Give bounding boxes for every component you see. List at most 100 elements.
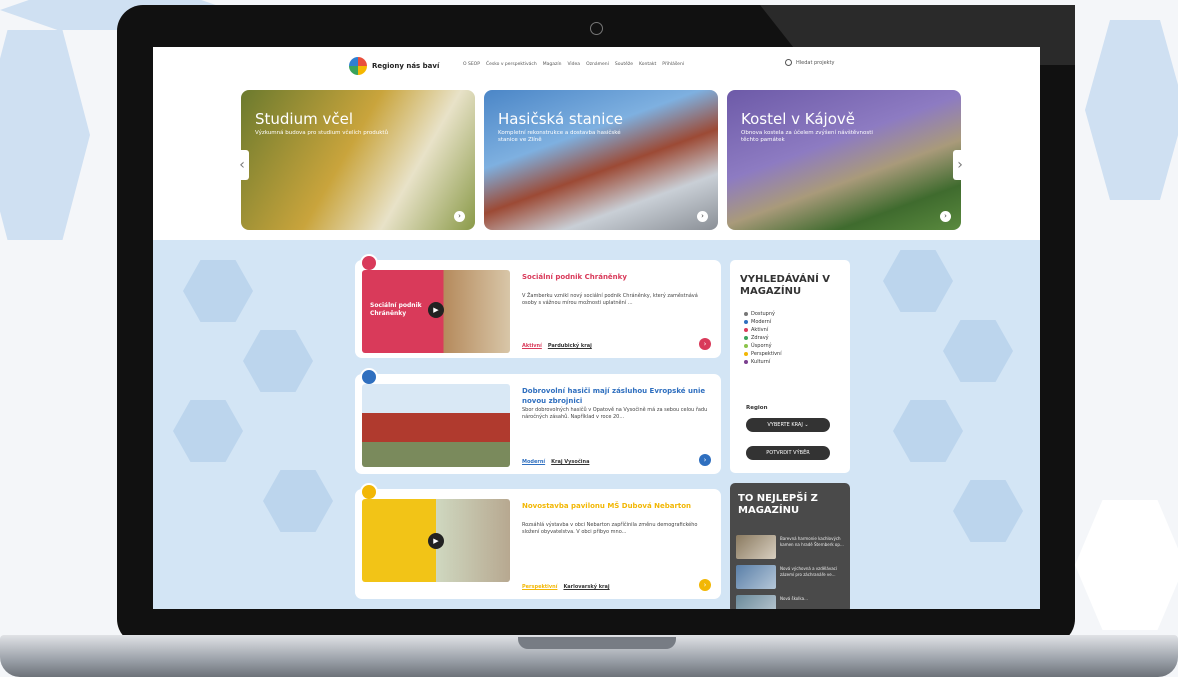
category-filter-list: Dostupný Moderní Aktivní Zdravý Úsporný … [744,310,782,366]
region-label: Region [746,405,768,411]
panel-title: TO NEJLEPŠÍ Z MAGAZÍNU [738,493,818,516]
chevron-down-icon: ⌄ [804,422,809,428]
menu-item-o-seop[interactable]: O SEOP [463,62,480,67]
article-text: V Žamberku vznikl nový sociální podnik C… [522,293,698,306]
filter-label: Zdravý [751,335,769,341]
hero-slider: Studium včel Výzkumná budova pro studium… [241,90,961,232]
menu-item-videa[interactable]: Videa [567,62,580,67]
best-item-title: Barevná harmonie kachlových kamen na hra… [780,536,844,547]
panel-title: VYHLEDÁVÁNÍ V MAGAZÍNU [740,274,831,297]
filter-moderni[interactable]: Moderní [744,318,782,326]
background-hexagon [1085,20,1178,200]
best-item[interactable]: Barevná harmonie kachlových kamen na hra… [736,535,844,559]
best-item[interactable]: Nová výchovná a vzdělávací zázemí pro zá… [736,565,844,589]
decor-hexagon [263,470,333,532]
dot-icon [744,352,748,356]
dropdown-label: VYBERTE KRAJ [767,422,803,428]
menu-item-souteze[interactable]: Soutěže [615,62,633,67]
filter-aktivni[interactable]: Aktivní [744,326,782,334]
arrow-right-icon[interactable]: › [940,211,951,222]
laptop-notch [518,637,676,649]
article-tags: Moderní Kraj Vysočina [522,459,589,465]
confirm-button[interactable]: POTVRDIT VÝBĚR [746,446,830,460]
logo-icon [349,57,367,75]
filter-kulturni[interactable]: Kulturní [744,358,782,366]
tag-region[interactable]: Karlovarský kraj [563,584,609,590]
article-text: Sbor dobrovolných hasičů v Opatově na Vy… [522,407,708,420]
best-item-thumbnail [736,565,776,589]
article-title[interactable]: Novostavba pavilonu MŠ Dubová Nebarton [522,501,712,511]
filter-label: Aktivní [751,327,769,333]
tag-category[interactable]: Perspektivní [522,584,557,590]
slide-title: Studium včel [255,110,354,128]
slide-hasicska-stanice[interactable]: Hasičská stanice Kompletní rekonstrukce … [484,90,718,230]
filter-dostupny[interactable]: Dostupný [744,310,782,318]
menu-item-kontakt[interactable]: Kontakt [639,62,656,67]
filter-perspektivni[interactable]: Perspektivní [744,350,782,358]
article-tags: Aktivní Pardubický kraj [522,343,592,349]
play-icon[interactable]: ▶ [428,302,444,318]
filter-label: Úsporný [751,343,772,349]
best-item-thumbnail [736,595,776,609]
search-link[interactable]: Hledat projekty [785,59,834,66]
slide-kostel-v-kajove[interactable]: Kostel v Kájově Obnova kostela za účelem… [727,90,961,230]
arrow-right-icon[interactable]: › [697,211,708,222]
slide-text: Kompletní rekonstrukce a dostavba hasičs… [498,130,621,143]
filter-usporny[interactable]: Úsporný [744,342,782,350]
tag-category[interactable]: Aktivní [522,343,542,349]
top-navigation: Regiony nás baví O SEOP Česko v perspekt… [153,47,1040,85]
menu-item-magazin[interactable]: Magazín [543,62,562,67]
dot-icon [744,344,748,348]
filter-label: Kulturní [751,359,771,365]
decor-hexagon [243,330,313,392]
decor-hexagon [893,400,963,462]
magazine-search-panel: VYHLEDÁVÁNÍ V MAGAZÍNU Dostupný Moderní … [730,260,850,473]
arrow-right-icon[interactable]: › [699,338,711,350]
slide-text: Výzkumná budova pro studium včelích prod… [255,130,389,136]
decor-hexagon [173,400,243,462]
slider-prev-button[interactable]: ‹ [235,150,249,180]
article-text: Rozsáhlá výstavba v obci Nebarton zapříč… [522,522,698,535]
search-icon [785,59,792,66]
menu-item-prihlaseni[interactable]: Přihlášení [662,62,684,67]
arrow-right-icon[interactable]: › [454,211,465,222]
play-icon[interactable]: ▶ [428,533,444,549]
best-item-title: Nová školka... [780,596,808,601]
logo-text: Regiony nás baví [372,62,440,70]
camera-icon [590,22,603,35]
best-item-title: Nová výchovná a vzdělávací zázemí pro zá… [780,566,837,577]
article-title[interactable]: Sociální podnik Chráněnky [522,272,712,282]
tag-category[interactable]: Moderní [522,459,545,465]
best-item-thumbnail [736,535,776,559]
decor-hexagon [183,260,253,322]
article-image [362,384,510,467]
best-item[interactable]: Nová školka... [736,595,844,609]
decor-hexagon [883,250,953,312]
dot-icon [744,320,748,324]
article-image: Sociální podnik Chráněnky ▶ [362,270,510,353]
dot-icon [744,360,748,364]
select-region-dropdown[interactable]: VYBERTE KRAJ ⌄ [746,418,830,432]
slider-next-button[interactable]: › [953,150,967,180]
menu-item-oznameni[interactable]: Oznámení [586,62,609,67]
arrow-right-icon[interactable]: › [699,454,711,466]
article-card[interactable]: Dobrovolní hasiči mají zásluhou Evropské… [355,368,721,474]
article-image: ▶ [362,499,510,582]
slide-title: Kostel v Kájově [741,110,855,128]
main-menu: O SEOP Česko v perspektivách Magazín Vid… [463,62,684,67]
filter-label: Moderní [751,319,772,325]
menu-item-perspektivy[interactable]: Česko v perspektivách [486,62,537,67]
site-logo[interactable]: Regiony nás baví [349,57,439,75]
image-caption: Sociální podnik Chráněnky [370,302,422,317]
best-of-magazine-panel: TO NEJLEPŠÍ Z MAGAZÍNU Barevná harmonie … [730,483,850,609]
article-card[interactable]: ▶ Novostavba pavilonu MŠ Dubová Nebarton… [355,483,721,599]
browser-screen: Regiony nás baví O SEOP Česko v perspekt… [153,47,1040,609]
arrow-right-icon[interactable]: › [699,579,711,591]
filter-zdravy[interactable]: Zdravý [744,334,782,342]
tag-region[interactable]: Kraj Vysočina [551,459,589,465]
article-title[interactable]: Dobrovolní hasiči mají zásluhou Evropské… [522,386,712,406]
tag-region[interactable]: Pardubický kraj [548,343,592,349]
dot-icon [744,336,748,340]
slide-studium-vcel[interactable]: Studium včel Výzkumná budova pro studium… [241,90,475,230]
article-card[interactable]: Sociální podnik Chráněnky ▶ Sociální pod… [355,254,721,358]
